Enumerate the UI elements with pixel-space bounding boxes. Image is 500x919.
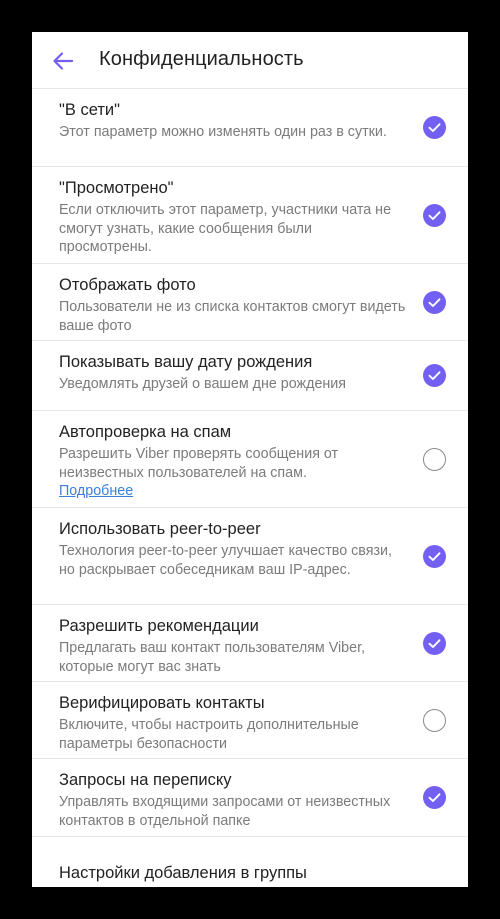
setting-title: Использовать peer-to-peer: [59, 520, 261, 538]
setting-message-requests[interactable]: Запросы на переписку Управлять входящими…: [32, 759, 468, 837]
privacy-screen: Конфиденциальность "В сети" Этот парамет…: [32, 32, 468, 887]
setting-description: Уведомлять друзей о вашем дне рождения: [59, 376, 347, 392]
checkbox-checked-icon[interactable]: [423, 631, 446, 655]
app-bar: Конфиденциальность: [32, 32, 468, 89]
setting-peer-to-peer[interactable]: Использовать peer-to-peer Технология pee…: [32, 508, 468, 605]
setting-recommendations[interactable]: Разрешить рекомендации Предлагать ваш ко…: [32, 605, 468, 682]
setting-title: Разрешить рекомендации: [59, 617, 259, 635]
setting-verify-contacts[interactable]: Верифицировать контакты Включите, чтобы …: [32, 682, 468, 759]
setting-title: "Просмотрено": [59, 179, 174, 197]
checkbox-checked-icon[interactable]: [423, 290, 446, 314]
setting-title: Автопроверка на спам: [59, 423, 232, 441]
setting-title: Показывать вашу дату рождения: [59, 353, 313, 371]
learn-more-link[interactable]: Подробнее: [59, 482, 408, 501]
setting-show-birthday[interactable]: Показывать вашу дату рождения Уведомлять…: [32, 341, 468, 411]
setting-description: Этот параметр можно изменять один раз в …: [59, 124, 387, 140]
setting-show-photo[interactable]: Отображать фото Пользователи не из списк…: [32, 264, 468, 341]
checkbox-checked-icon[interactable]: [423, 786, 446, 809]
page-title: Конфиденциальность: [99, 48, 304, 70]
setting-title: Настройки добавления в группы: [59, 864, 307, 882]
setting-title: "В сети": [59, 101, 120, 119]
setting-title: Отображать фото: [59, 276, 196, 294]
checkbox-checked-icon[interactable]: [423, 364, 446, 387]
setting-read-receipts[interactable]: "Просмотрено" Если отключить этот параме…: [32, 167, 468, 264]
setting-description: Пользователи не из списка контактов смог…: [59, 299, 406, 334]
setting-description: Если отключить этот параметр, участники …: [59, 202, 392, 255]
checkbox-checked-icon[interactable]: [423, 203, 446, 227]
setting-spam-check[interactable]: Автопроверка на спам Разрешить Viber про…: [32, 411, 468, 508]
checkbox-unchecked-icon[interactable]: [423, 708, 446, 732]
setting-online-status[interactable]: "В сети" Этот параметр можно изменять од…: [32, 89, 468, 167]
setting-title: Запросы на переписку: [59, 771, 232, 789]
setting-description: Предлагать ваш контакт пользователям Vib…: [59, 640, 366, 675]
setting-description: Управлять входящими запросами от неизвес…: [59, 794, 391, 829]
setting-title: Верифицировать контакты: [59, 694, 265, 712]
setting-description: Технология peer-to-peer улучшает качеств…: [59, 543, 392, 578]
back-arrow-icon[interactable]: [52, 50, 74, 72]
checkbox-unchecked-icon[interactable]: [423, 447, 446, 471]
setting-description: Разрешить Viber проверять сообщения от н…: [59, 446, 339, 481]
settings-list: "В сети" Этот параметр можно изменять од…: [32, 89, 468, 887]
setting-description: Включите, чтобы настроить дополнительные…: [59, 717, 359, 752]
checkbox-checked-icon[interactable]: [423, 116, 446, 139]
checkbox-checked-icon[interactable]: [423, 544, 446, 568]
setting-group-add[interactable]: Настройки добавления в группы: [32, 837, 468, 887]
